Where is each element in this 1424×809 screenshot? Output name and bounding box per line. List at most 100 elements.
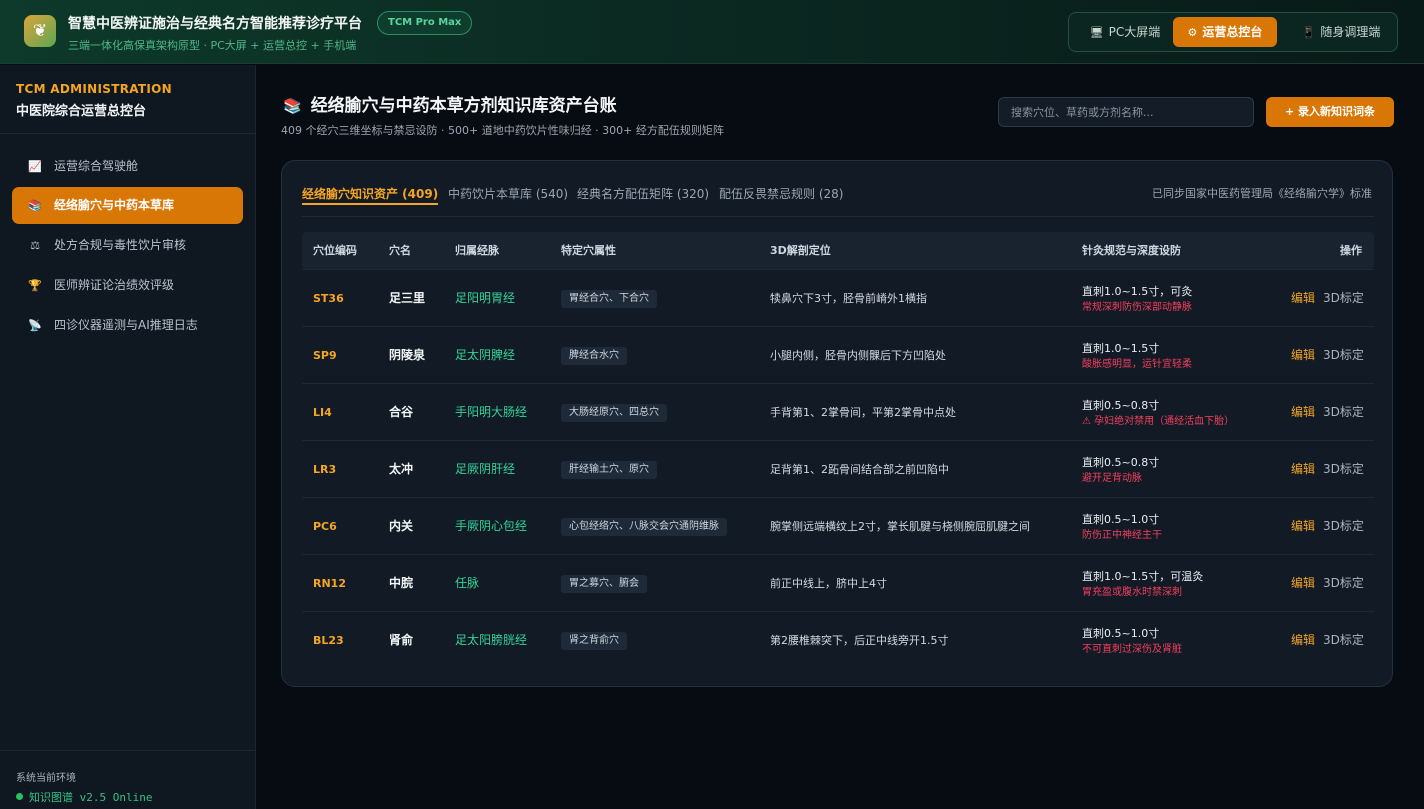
edit-link[interactable]: 编辑 [1291, 612, 1315, 669]
acupoint-code: RN12 [313, 577, 346, 590]
environment-status-text: 知识图谱 v2.5 Online [29, 791, 153, 804]
anatomical-location: 犊鼻穴下3寸，胫骨前嵴外1横指 [770, 292, 927, 305]
meridian: 足厥阴肝经 [455, 462, 516, 476]
sidebar-item-physician-rating[interactable]: 🏆 医师辨证论治绩效评级 [12, 267, 243, 304]
meridian: 手阳明大肠经 [455, 405, 528, 419]
satellite-icon: 📡 [28, 319, 42, 332]
safety-warning: 常规深刺防伤深部动静脉 [1082, 302, 1192, 313]
needling-spec: 直刺1.0~1.5寸，可温灸 [1082, 570, 1204, 583]
acupoint-code: PC6 [313, 520, 337, 533]
anatomical-location: 手背第1、2掌骨间，平第2掌骨中点处 [770, 406, 956, 419]
acupoint-name: 中脘 [389, 576, 414, 590]
gear-icon: ⚙ [1187, 26, 1198, 39]
column-header: 3D解剖定位 [770, 244, 831, 257]
sidebar-title-cn: 中医院综合运营总控台 [16, 104, 147, 119]
mode-mobile-button[interactable]: 📱 随身调理端 [1289, 17, 1393, 47]
edit-link[interactable]: 编辑 [1291, 384, 1315, 441]
mode-label: 运营总控台 [1202, 25, 1263, 39]
sidebar-item-telemetry-logs[interactable]: 📡 四诊仪器遥测与AI推理日志 [12, 307, 243, 344]
table-row: RN12 中脘 任脉 胃之募穴、腑会 前正中线上，脐中上4寸 直刺1.0~1.5… [302, 554, 1374, 611]
anatomical-location: 足背第1、2跖骨间结合部之前凹陷中 [770, 463, 949, 476]
table-row: LI4 合谷 手阳明大肠经 大肠经原穴、四总穴 手背第1、2掌骨间，平第2掌骨中… [302, 383, 1374, 440]
tab-herbs[interactable]: 中药饮片本草库 (540) [448, 185, 568, 205]
divider [0, 133, 255, 134]
column-header: 特定穴属性 [561, 244, 616, 257]
page-title-text: 经络腧穴与中药本草方剂知识库资产台账 [310, 96, 617, 116]
books-icon: 📚 [283, 97, 302, 115]
table-row: ST36 足三里 足阳明胃经 胃经合穴、下合穴 犊鼻穴下3寸，胫骨前嵴外1横指 … [302, 269, 1374, 326]
acupoint-code: BL23 [313, 634, 344, 647]
page-subtitle: 409 个经穴三维坐标与禁忌设防 · 500+ 道地中药饮片性味归经 · 300… [281, 124, 724, 137]
add-entry-button[interactable]: + 录入新知识词条 [1266, 97, 1394, 127]
safety-warning: 酸胀感明显，运针宜轻柔 [1082, 359, 1192, 370]
divider [302, 216, 1374, 217]
acupoint-code: LR3 [313, 463, 337, 476]
calibrate-3d-link[interactable]: 3D标定 [1323, 498, 1364, 555]
column-header: 针灸规范与深度设防 [1082, 244, 1181, 257]
point-attribute-tag: 胃经合穴、下合穴 [561, 290, 657, 308]
edit-link[interactable]: 编辑 [1291, 270, 1315, 327]
mode-label: 随身调理端 [1320, 25, 1381, 39]
trophy-icon: 🏆 [28, 279, 42, 292]
sidebar-item-label: 经络腧穴与中药本草库 [54, 198, 175, 212]
table-row: LR3 太冲 足厥阴肝经 肝经输土穴、原穴 足背第1、2跖骨间结合部之前凹陷中 … [302, 440, 1374, 497]
acupoint-name: 阴陵泉 [389, 348, 426, 362]
meridian: 足太阴脾经 [455, 348, 516, 362]
acupoint-code: ST36 [313, 292, 344, 305]
needling-spec: 直刺0.5~0.8寸 [1082, 399, 1160, 412]
sidebar-item-label: 四诊仪器遥测与AI推理日志 [54, 318, 198, 332]
point-attribute-tag: 心包经络穴、八脉交会穴通阴维脉 [561, 518, 727, 536]
scale-icon: ⚖ [30, 239, 40, 252]
table-header: 穴位编码 穴名 归属经脉 特定穴属性 3D解剖定位 针灸规范与深度设防 操作 [302, 232, 1374, 269]
tab-contraindications[interactable]: 配伍反畏禁忌规则 (28) [719, 185, 843, 205]
edit-link[interactable]: 编辑 [1291, 498, 1315, 555]
acupoint-name: 内关 [389, 519, 414, 533]
column-header: 操作 [1340, 244, 1362, 257]
point-attribute-tag: 胃之募穴、腑会 [561, 575, 647, 593]
acupoint-name: 合谷 [389, 405, 414, 419]
acupoint-name: 太冲 [389, 462, 414, 476]
calibrate-3d-link[interactable]: 3D标定 [1323, 384, 1364, 441]
point-attribute-tag: 大肠经原穴、四总穴 [561, 404, 667, 422]
edit-link[interactable]: 编辑 [1291, 327, 1315, 384]
meridian: 足阳明胃经 [455, 291, 516, 305]
mode-switcher: 🖥 PC大屏端 ⚙ 运营总控台 📱 随身调理端 [1068, 12, 1398, 52]
safety-warning: 防伤正中神经主干 [1082, 530, 1162, 541]
top-header: ❦ 智慧中医辨证施治与经典名方智能推荐诊疗平台 TCM Pro Max 三端一体… [0, 0, 1424, 64]
mode-label: PC大屏端 [1108, 25, 1161, 39]
sidebar-item-label: 处方合规与毒性饮片审核 [54, 238, 187, 252]
calibrate-3d-link[interactable]: 3D标定 [1323, 555, 1364, 612]
sidebar-item-prescription-audit[interactable]: ⚖ 处方合规与毒性饮片审核 [12, 227, 243, 264]
column-header: 穴位编码 [313, 244, 357, 257]
point-attribute-tag: 肾之背俞穴 [561, 632, 627, 650]
search-input[interactable] [998, 97, 1254, 127]
tab-acupoints[interactable]: 经络腧穴知识资产 (409) [302, 185, 439, 205]
tab-formulas[interactable]: 经典名方配伍矩阵 (320) [577, 185, 709, 205]
table-row: BL23 肾俞 足太阳膀胱经 肾之背俞穴 第2腰椎棘突下，后正中线旁开1.5寸 … [302, 611, 1374, 668]
calibrate-3d-link[interactable]: 3D标定 [1323, 612, 1364, 669]
sidebar-item-knowledge-base[interactable]: 📚 经络腧穴与中药本草库 [12, 187, 243, 224]
anatomical-location: 前正中线上，脐中上4寸 [770, 577, 887, 590]
anatomical-location: 腕掌侧远端横纹上2寸，掌长肌腱与桡侧腕屈肌腱之间 [770, 520, 1030, 533]
sidebar-title-en: TCM ADMINISTRATION [16, 82, 172, 96]
online-dot-icon [16, 793, 23, 800]
safety-warning: 避开足背动脉 [1082, 473, 1142, 484]
sidebar: TCM ADMINISTRATION 中医院综合运营总控台 📈 运营综合驾驶舱 📚… [0, 65, 256, 809]
column-header: 归属经脉 [455, 244, 499, 257]
app-title: 智慧中医辨证施治与经典名方智能推荐诊疗平台 [68, 16, 362, 32]
environment-status: 知识图谱 v2.5 Online [16, 789, 152, 805]
column-header: 穴名 [389, 244, 411, 257]
sidebar-item-label: 医师辨证论治绩效评级 [54, 278, 175, 292]
mode-admin-console-button[interactable]: ⚙ 运营总控台 [1173, 17, 1277, 47]
divider [0, 750, 255, 751]
safety-warning: 不可直刺过深伤及肾脏 [1082, 644, 1182, 655]
version-badge: TCM Pro Max [377, 11, 473, 35]
mode-pc-screen-button[interactable]: 🖥 PC大屏端 [1077, 17, 1173, 47]
edit-link[interactable]: 编辑 [1291, 441, 1315, 498]
edit-link[interactable]: 编辑 [1291, 555, 1315, 612]
calibrate-3d-link[interactable]: 3D标定 [1323, 327, 1364, 384]
calibrate-3d-link[interactable]: 3D标定 [1323, 441, 1364, 498]
sync-note: 已同步国家中医药管理局《经络腧穴学》标准 [1152, 187, 1372, 200]
calibrate-3d-link[interactable]: 3D标定 [1323, 270, 1364, 327]
sidebar-item-dashboard[interactable]: 📈 运营综合驾驶舱 [12, 148, 243, 185]
